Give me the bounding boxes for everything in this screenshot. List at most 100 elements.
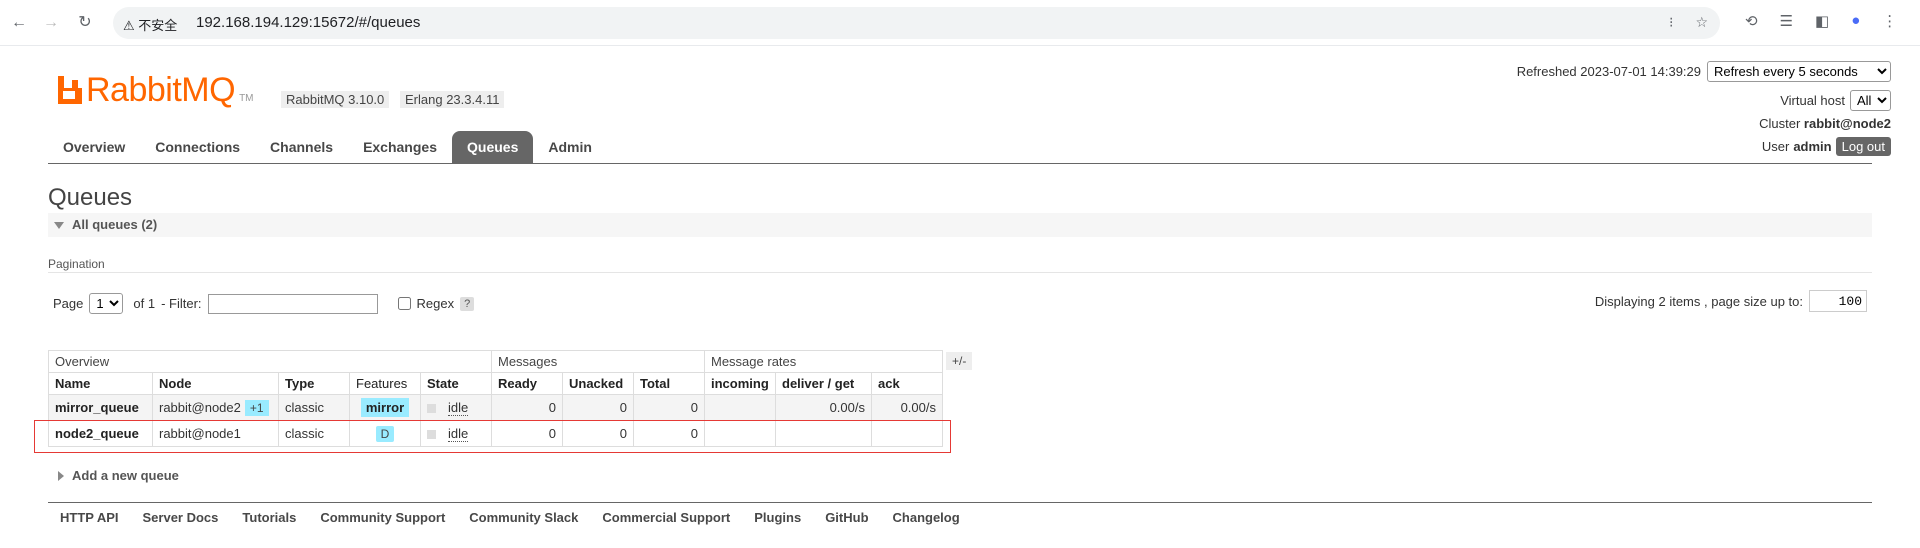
- footer-link[interactable]: Plugins: [754, 510, 801, 525]
- footer-link[interactable]: Commercial Support: [602, 510, 730, 525]
- reload-icon[interactable]: ↻: [74, 12, 96, 34]
- table-row[interactable]: mirror_queue rabbit@node2 +1 classic mirr…: [48, 394, 943, 421]
- col-ack[interactable]: ack: [871, 372, 943, 395]
- tab-admin[interactable]: Admin: [533, 131, 607, 164]
- incoming-rate: [704, 394, 776, 421]
- menu-icon[interactable]: ⋮: [1882, 12, 1897, 30]
- section-label: All queues (2): [72, 217, 158, 232]
- forward-icon[interactable]: →: [40, 12, 62, 34]
- main-tabs: Overview Connections Channels Exchanges …: [48, 131, 607, 164]
- extension-icon[interactable]: ⟲: [1745, 12, 1758, 30]
- unacked-count: 0: [562, 420, 634, 447]
- ack-rate: 0.00/s: [871, 394, 943, 421]
- footer-link[interactable]: Tutorials: [242, 510, 296, 525]
- bookmark-icon[interactable]: ☆: [1695, 14, 1708, 31]
- tab-connections[interactable]: Connections: [140, 131, 255, 164]
- display-label: Displaying 2 items , page size up to:: [1594, 293, 1803, 309]
- page-size-input[interactable]: [1809, 290, 1867, 312]
- total-count: 0: [633, 394, 705, 421]
- state-label: idle: [448, 426, 469, 442]
- add-queue-section[interactable]: Add a new queue: [58, 468, 179, 483]
- erlang-badge: Erlang 23.3.4.11: [400, 91, 505, 108]
- vhost-row: Virtual host All: [1780, 90, 1891, 111]
- tab-overview[interactable]: Overview: [48, 131, 140, 164]
- browser-toolbar: ← → ↻ ⚠ 不安全 192.168.194.129:15672/#/queu…: [0, 0, 1920, 46]
- split-icon[interactable]: ◧: [1815, 12, 1829, 30]
- col-unacked[interactable]: Unacked: [562, 372, 634, 395]
- ack-rate: [871, 420, 943, 447]
- cluster-row: Cluster rabbit@node2: [1759, 116, 1891, 131]
- tab-divider: [48, 163, 1872, 164]
- col-type[interactable]: Type: [278, 372, 350, 395]
- queue-type: classic: [278, 420, 350, 447]
- expand-triangle-icon: [58, 470, 64, 481]
- ready-count: 0: [491, 420, 563, 447]
- security-warning[interactable]: ⚠ 不安全: [123, 15, 177, 34]
- vhost-select[interactable]: All: [1850, 90, 1891, 111]
- page-select[interactable]: 1: [89, 293, 124, 314]
- col-features[interactable]: Features: [349, 372, 421, 395]
- reader-icon[interactable]: ⁝: [1669, 14, 1673, 31]
- ready-count: 0: [491, 394, 563, 421]
- add-queue-label: Add a new queue: [72, 468, 179, 483]
- regex-label: Regex: [416, 296, 455, 311]
- rabbitmq-logo[interactable]: RabbitMQ TM: [58, 70, 254, 110]
- refresh-select[interactable]: Refresh every 5 seconds: [1707, 61, 1891, 82]
- version-badge: RabbitMQ 3.10.0: [281, 91, 390, 108]
- col-node[interactable]: Node: [152, 372, 279, 395]
- logout-button[interactable]: Log out: [1835, 137, 1891, 156]
- rabbitmq-logo-icon: [58, 76, 82, 104]
- total-count: 0: [633, 420, 705, 447]
- deliver-rate: [775, 420, 872, 447]
- footer-divider: [48, 502, 1872, 503]
- tab-queues[interactable]: Queues: [452, 131, 534, 164]
- url-text[interactable]: 192.168.194.129:15672/#/queues: [196, 14, 420, 31]
- pagination-controls: Page 1 of 1 - Filter: Regex ?: [53, 293, 475, 314]
- footer-link[interactable]: Server Docs: [143, 510, 219, 525]
- col-deliver-get[interactable]: deliver / get: [775, 372, 872, 395]
- incoming-rate: [704, 420, 776, 447]
- mirror-count-badge: +1: [244, 400, 269, 416]
- durable-badge[interactable]: D: [375, 426, 395, 442]
- footer-link[interactable]: Community Slack: [469, 510, 578, 525]
- queue-name-link[interactable]: node2_queue: [48, 420, 153, 447]
- footer-link[interactable]: Changelog: [893, 510, 960, 525]
- tab-exchanges[interactable]: Exchanges: [348, 131, 452, 164]
- footer-link[interactable]: GitHub: [825, 510, 868, 525]
- page-size-row: Displaying 2 items , page size up to:: [1595, 290, 1867, 312]
- state-label: idle: [448, 400, 469, 416]
- tab-channels[interactable]: Channels: [255, 131, 348, 164]
- table-row[interactable]: node2_queue rabbit@node1 classic D idle …: [48, 420, 943, 447]
- filter-input[interactable]: [207, 293, 378, 314]
- page-title: Queues: [48, 184, 133, 211]
- profile-icon[interactable]: ●: [1851, 12, 1860, 30]
- regex-checkbox[interactable]: [397, 297, 411, 310]
- feature-badge[interactable]: mirror: [360, 398, 410, 417]
- col-total[interactable]: Total: [633, 372, 705, 395]
- state-indicator-icon: [427, 404, 436, 414]
- queue-node: rabbit@node2 +1: [152, 394, 279, 421]
- footer-link[interactable]: Community Support: [320, 510, 445, 525]
- deliver-rate: 0.00/s: [775, 394, 872, 421]
- refreshed-label: Refreshed 2023-07-01 14:39:29: [1516, 64, 1701, 79]
- pagination-divider: [48, 272, 1872, 273]
- col-name[interactable]: Name: [48, 372, 153, 395]
- group-message-rates: Message rates: [704, 350, 943, 373]
- all-queues-section[interactable]: All queues (2): [48, 213, 1872, 237]
- address-bar[interactable]: ⚠ 不安全 192.168.194.129:15672/#/queues ⁝ ☆: [113, 7, 1720, 39]
- col-state[interactable]: State: [420, 372, 492, 395]
- regex-help-icon[interactable]: ?: [460, 296, 475, 311]
- back-icon[interactable]: ←: [8, 12, 30, 34]
- footer-links: HTTP API Server Docs Tutorials Community…: [60, 510, 960, 525]
- state-indicator-icon: [427, 430, 436, 440]
- col-incoming[interactable]: incoming: [704, 372, 776, 395]
- cluster-name: rabbit@node2: [1803, 116, 1891, 131]
- queue-node: rabbit@node1: [152, 420, 279, 447]
- refresh-row: Refreshed 2023-07-01 14:39:29 Refresh ev…: [1517, 61, 1891, 82]
- columns-toggle-button[interactable]: +/-: [946, 352, 973, 370]
- footer-link[interactable]: HTTP API: [60, 510, 119, 525]
- tab-list-icon[interactable]: ☰: [1780, 12, 1793, 30]
- user-name: admin: [1793, 139, 1832, 154]
- queue-name-link[interactable]: mirror_queue: [48, 394, 153, 421]
- col-ready[interactable]: Ready: [491, 372, 563, 395]
